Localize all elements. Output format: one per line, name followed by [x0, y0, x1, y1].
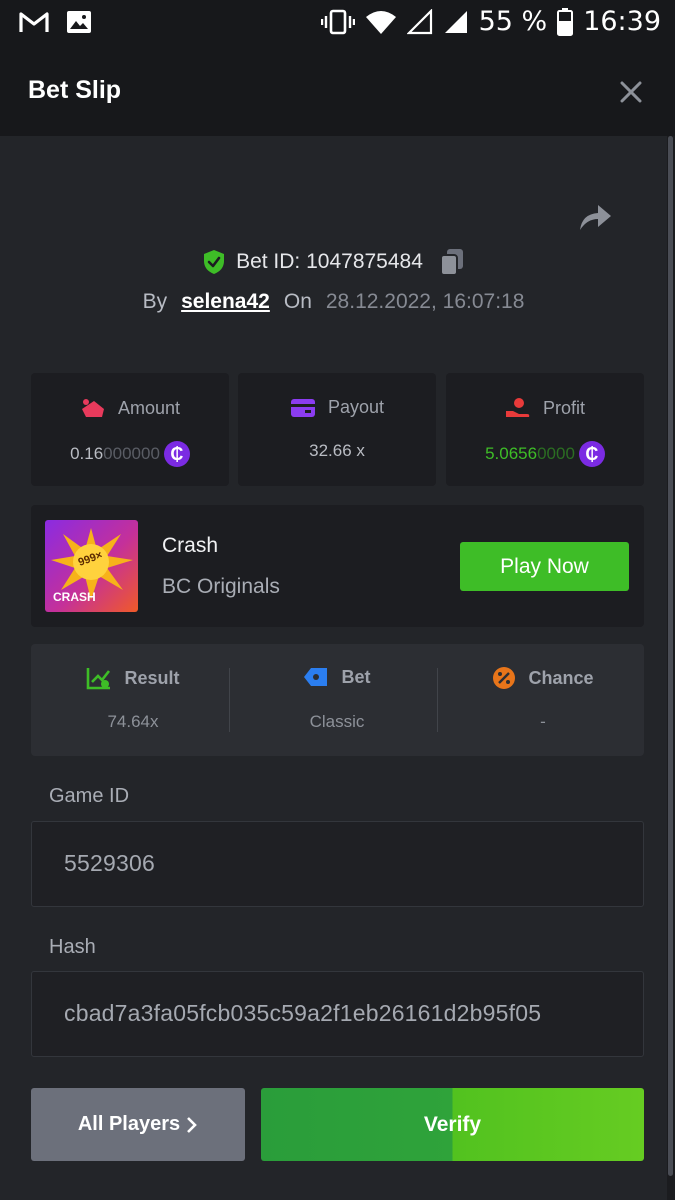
payout-label: Payout [327, 397, 385, 417]
share-icon[interactable] [578, 202, 612, 232]
verify-button[interactable]: Verify [261, 1088, 644, 1161]
bet-tag-icon [304, 668, 328, 686]
chance-value: - [540, 712, 546, 731]
amount-card: Amount 0.16000000 ₵ [31, 373, 229, 486]
close-icon[interactable] [617, 78, 645, 106]
thumb-label: CRASH [53, 590, 96, 604]
bcd-coin-icon: ₵ [578, 441, 605, 467]
bcd-coin-icon: ₵ [163, 441, 190, 467]
payout-card: Payout 32.66 x [238, 373, 436, 486]
verified-shield-icon [204, 250, 225, 274]
result-column: Result 74.64x [31, 644, 235, 756]
game-id-value: 5529306 [64, 850, 155, 876]
bet-slip-header: Bet Slip [0, 48, 675, 136]
signal-icon [444, 10, 467, 33]
on-label: On [283, 290, 312, 313]
signal-empty-icon [406, 8, 432, 34]
bet-label: Bet [341, 666, 371, 687]
copy-icon[interactable] [439, 248, 465, 276]
divider [437, 668, 438, 732]
payout-value: 32.66 x [309, 441, 365, 460]
scrollbar-thumb[interactable] [668, 136, 673, 1176]
chance-column: Chance - [441, 644, 645, 756]
scrollbar[interactable] [667, 136, 675, 1200]
payout-icon [290, 398, 315, 417]
result-chart-icon [87, 668, 111, 690]
profit-value: 5.06560000 [485, 444, 575, 463]
amount-icon [81, 399, 104, 417]
vibrate-icon [320, 9, 355, 34]
result-label: Result [124, 667, 180, 688]
gallery-icon [67, 11, 91, 33]
gmail-icon [19, 12, 49, 32]
by-label: By [142, 290, 168, 313]
hash-value: cbad7a3fa05fcb035c59a2f1eb26161d2b95f05 [64, 1000, 542, 1026]
chevron-right-icon [187, 1116, 197, 1133]
play-now-button[interactable]: Play Now [460, 542, 629, 591]
username-link[interactable]: selena42 [181, 290, 270, 314]
game-card: 999× CRASH Crash BC Originals Play Now [31, 505, 644, 627]
amount-label: Amount [117, 397, 181, 418]
amount-value: 0.16000000 [70, 444, 160, 463]
bet-datetime: 28.12.2022, 16:07:18 [325, 290, 525, 313]
bet-value: Classic [309, 712, 365, 731]
bet-meta-row: By selena42 On 28.12.2022, 16:07:18 [0, 290, 667, 314]
wifi-icon [365, 10, 396, 34]
battery-icon [557, 7, 574, 36]
game-id-field[interactable]: 5529306 [31, 821, 644, 907]
chance-label: Chance [528, 667, 594, 688]
battery-percent: 55 % [478, 6, 548, 37]
status-bar: 55 % 16:39 [0, 0, 675, 48]
clock: 16:39 [583, 6, 661, 37]
divider [229, 668, 230, 732]
result-card: Result 74.64x Bet Classic Chance - [31, 644, 644, 756]
hash-label: Hash [49, 936, 96, 958]
game-id-label: Game ID [49, 785, 130, 807]
chance-percent-icon [493, 667, 516, 689]
game-name: Crash [162, 534, 219, 557]
all-players-button[interactable]: All Players [31, 1088, 245, 1161]
all-players-label: All Players [77, 1113, 181, 1135]
profit-label: Profit [542, 397, 585, 418]
profit-icon [505, 398, 530, 417]
bet-id: Bet ID: 1047875484 [236, 250, 423, 273]
crash-game-thumbnail[interactable]: 999× CRASH [45, 520, 138, 612]
game-provider: BC Originals [162, 575, 280, 598]
page-title: Bet Slip [28, 76, 122, 104]
profit-card: Profit 5.06560000 ₵ [446, 373, 644, 486]
bet-column: Bet Classic [235, 644, 439, 756]
bet-id-row: Bet ID: 1047875484 [0, 248, 667, 276]
result-value: 74.64x [107, 712, 159, 731]
hash-field[interactable]: cbad7a3fa05fcb035c59a2f1eb26161d2b95f05 [31, 971, 644, 1057]
